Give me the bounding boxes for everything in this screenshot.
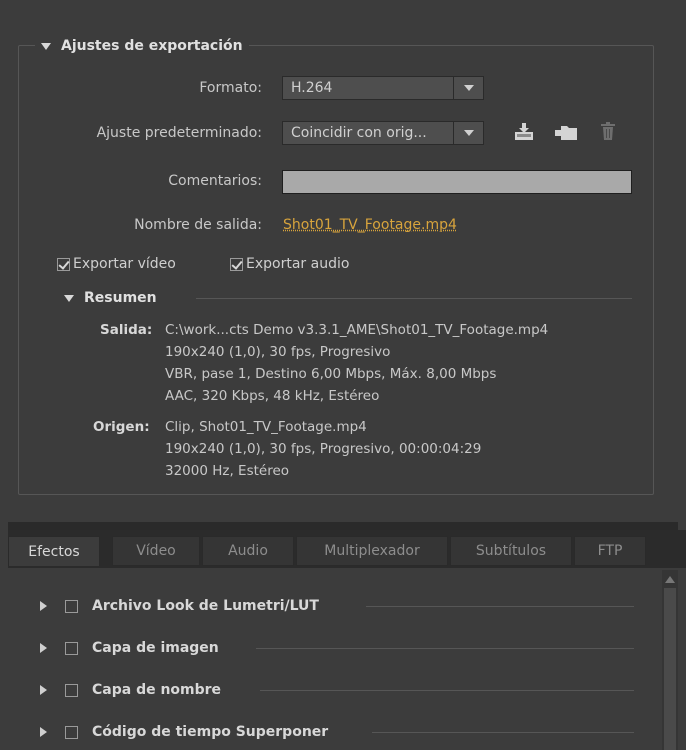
comments-field[interactable] (282, 170, 632, 194)
effect-divider (366, 606, 634, 607)
effect-label: Capa de nombre (92, 682, 222, 698)
expand-triangle-icon[interactable] (40, 685, 47, 695)
tab-video[interactable]: Vídeo (112, 536, 200, 566)
preset-value: Coincidir con orig... (291, 125, 427, 141)
tab-multiplexador[interactable]: Multiplexador (296, 536, 448, 566)
effect-checkbox[interactable] (65, 683, 78, 697)
save-preset-icon[interactable] (513, 122, 535, 142)
summary-source-key: Origen: (93, 419, 150, 435)
format-value: H.264 (291, 80, 333, 96)
tab-subtitulos[interactable]: Subtítulos (450, 536, 572, 566)
summary-title: Resumen (84, 290, 157, 306)
summary-output-line: C:\work...cts Demo v3.3.1_AME\Shot01_TV_… (165, 322, 549, 338)
export-video-label: Exportar vídeo (73, 256, 176, 272)
preset-dropdown[interactable]: Coincidir con orig... (282, 121, 484, 145)
format-label: Formato: (199, 80, 262, 96)
effect-label: Archivo Look de Lumetri/LUT (92, 598, 319, 614)
expand-triangle-icon[interactable] (40, 601, 47, 611)
output-name-label: Nombre de salida: (134, 217, 262, 233)
effect-row-image-overlay[interactable]: Capa de imagen (40, 638, 219, 658)
summary-source-line: 190x240 (1,0), 30 fps, Progresivo, 00:00… (165, 441, 482, 457)
chevron-down-icon[interactable] (453, 122, 483, 144)
comments-label: Comentarios: (168, 173, 262, 189)
chevron-down-icon[interactable] (453, 77, 483, 99)
summary-output-line: AAC, 320 Kbps, 48 kHz, Estéreo (165, 388, 380, 404)
export-video-option[interactable]: Exportar vídeo (57, 256, 176, 272)
summary-output-key: Salida: (100, 322, 153, 338)
tab-efectos[interactable]: Efectos (8, 536, 100, 566)
export-audio-option[interactable]: Exportar audio (230, 256, 349, 272)
effect-checkbox[interactable] (65, 725, 78, 739)
effect-divider (256, 648, 634, 649)
export-settings-title: Ajustes de exportación (61, 38, 243, 54)
scroll-up-arrow-icon[interactable] (665, 576, 675, 583)
expand-triangle-icon[interactable] (40, 727, 47, 737)
effect-row-lumetri[interactable]: Archivo Look de Lumetri/LUT (40, 596, 319, 616)
effect-checkbox[interactable] (65, 641, 78, 655)
summary-source-line: Clip, Shot01_TV_Footage.mp4 (165, 419, 367, 435)
panel-splitter[interactable] (8, 522, 678, 530)
export-audio-checkbox[interactable] (230, 257, 243, 271)
effect-row-timecode-overlay[interactable]: Código de tiempo Superponer (40, 722, 328, 742)
format-dropdown[interactable]: H.264 (282, 76, 484, 100)
import-preset-icon[interactable] (555, 122, 579, 142)
summary-source-line: 32000 Hz, Estéreo (165, 463, 290, 479)
summary-divider (196, 298, 632, 299)
export-audio-label: Exportar audio (246, 256, 350, 272)
effect-label: Capa de imagen (92, 640, 219, 656)
output-name-link[interactable]: Shot01_TV_Footage.mp4 (283, 217, 457, 233)
export-settings-header[interactable]: Ajustes de exportación (35, 36, 249, 56)
expand-triangle-icon[interactable] (40, 643, 47, 653)
summary-header[interactable]: Resumen (64, 290, 157, 306)
effect-divider (260, 690, 634, 691)
tab-ftp[interactable]: FTP (574, 536, 646, 566)
summary-output-line: VBR, pase 1, Destino 6,00 Mbps, Máx. 8,0… (165, 366, 497, 382)
effect-label: Código de tiempo Superponer (92, 724, 329, 740)
delete-preset-icon[interactable] (600, 121, 616, 141)
summary-output-line: 190x240 (1,0), 30 fps, Progresivo (165, 344, 391, 360)
export-video-checkbox[interactable] (57, 257, 70, 271)
collapse-triangle-icon[interactable] (41, 42, 51, 50)
effect-row-name-overlay[interactable]: Capa de nombre (40, 680, 221, 700)
effect-checkbox[interactable] (65, 599, 78, 613)
tab-audio[interactable]: Audio (202, 536, 294, 566)
effect-divider (372, 732, 634, 733)
scrollbar-thumb[interactable] (664, 588, 676, 750)
collapse-triangle-icon[interactable] (64, 294, 74, 302)
preset-label: Ajuste predeterminado: (96, 125, 262, 141)
